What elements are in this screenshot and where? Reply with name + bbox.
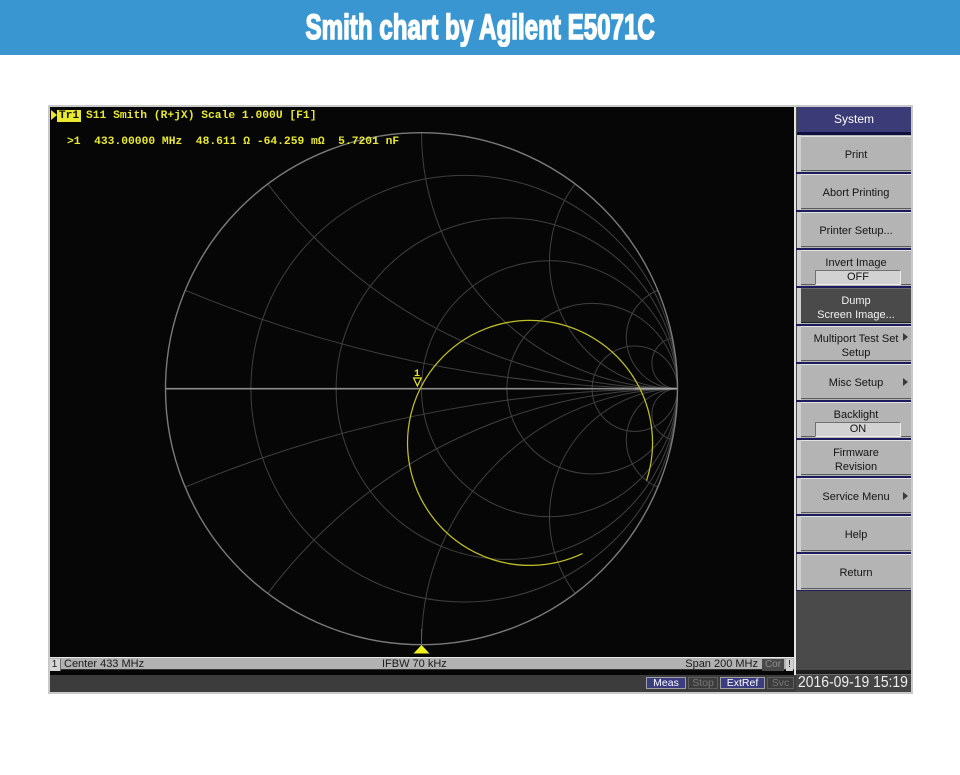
svg-text:1: 1 — [414, 369, 420, 380]
